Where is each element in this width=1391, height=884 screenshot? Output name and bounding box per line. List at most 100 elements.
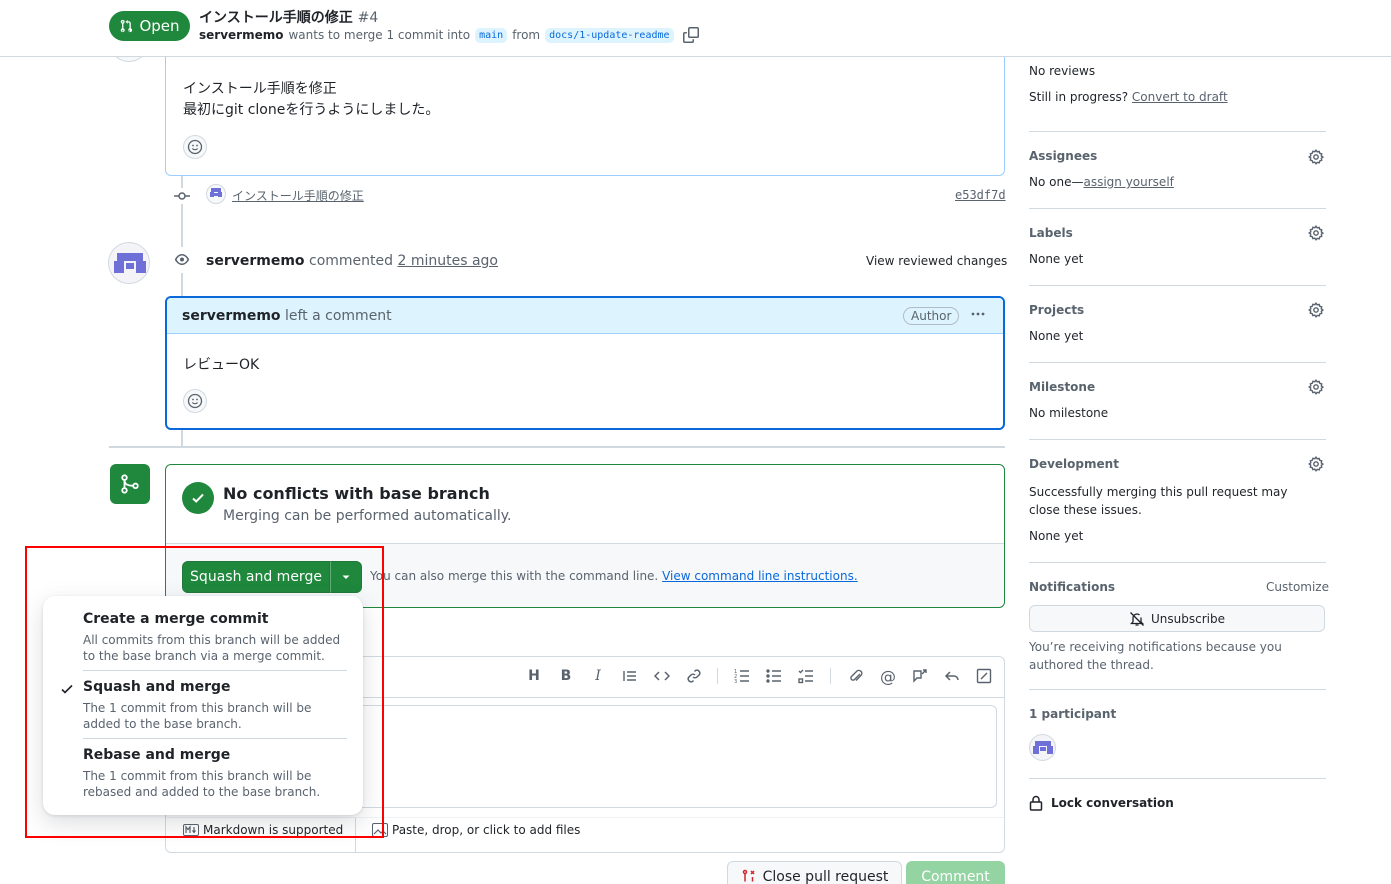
commit-node-icon xyxy=(174,188,190,204)
heading-icon[interactable]: H xyxy=(524,666,544,686)
menu-item-merge-commit[interactable]: Create a merge commit All commits from t… xyxy=(83,611,348,664)
from-text: from xyxy=(512,28,541,42)
assignees-gear-icon[interactable] xyxy=(1308,149,1325,169)
code-icon[interactable] xyxy=(652,666,672,686)
view-reviewed-changes-link[interactable]: View reviewed changes xyxy=(866,254,1007,268)
review-time-link[interactable]: 2 minutes ago xyxy=(397,253,498,269)
sidebar-divider-2 xyxy=(1029,208,1326,209)
comment-author-link[interactable]: servermemo xyxy=(182,308,281,324)
pull-request-icon xyxy=(121,19,133,33)
sidebar-divider-1 xyxy=(1029,131,1326,132)
commit-sha-link[interactable]: e53df7d xyxy=(955,188,1006,202)
assignees-value: No one— xyxy=(1029,175,1084,189)
squash-and-merge-button[interactable]: Squash and merge xyxy=(182,561,330,593)
sticky-header: Open インストール手順の修正 #4 servermemo wants to … xyxy=(0,0,1391,57)
cli-text: You can also merge this with the command… xyxy=(370,569,659,583)
milestone-heading[interactable]: Milestone xyxy=(1029,380,1095,394)
reply-icon[interactable] xyxy=(942,666,962,686)
kebab-menu-icon[interactable] xyxy=(967,304,989,324)
bullet-list-icon[interactable] xyxy=(764,666,784,686)
pr-title-text: インストール手順の修正 xyxy=(199,10,353,26)
milestone-gear-icon[interactable] xyxy=(1308,379,1325,399)
assignees-heading[interactable]: Assignees xyxy=(1029,149,1097,163)
fullscreen-icon[interactable] xyxy=(974,666,994,686)
menu-item-desc: The 1 commit from this branch will be ad… xyxy=(83,701,312,731)
development-heading[interactable]: Development xyxy=(1029,457,1119,471)
commit-author-avatar[interactable] xyxy=(206,184,226,204)
close-pr-label: Close pull request xyxy=(762,869,889,884)
notifications-heading: Notifications xyxy=(1029,580,1116,594)
task-list-icon[interactable] xyxy=(796,666,816,686)
development-value: None yet xyxy=(1029,529,1084,543)
quote-icon[interactable] xyxy=(620,666,640,686)
development-gear-icon[interactable] xyxy=(1308,456,1325,476)
link-icon[interactable] xyxy=(684,666,704,686)
markdown-supported[interactable]: Markdown is supported xyxy=(183,823,343,837)
reviewer-name-link[interactable]: servermemo xyxy=(206,253,305,269)
projects-value: None yet xyxy=(1029,329,1084,343)
merge-method-dropdown-button[interactable] xyxy=(330,561,362,593)
copy-icon[interactable] xyxy=(682,27,699,43)
attach-label: Paste, drop, or click to add files xyxy=(392,823,581,837)
comment-button[interactable]: Comment xyxy=(906,861,1005,884)
customize-link[interactable]: Customize xyxy=(1266,580,1329,594)
numbered-list-icon[interactable]: 123 xyxy=(732,666,752,686)
review-header: servermemo commented 2 minutes ago xyxy=(206,253,498,269)
add-reaction-button-2[interactable] xyxy=(183,389,207,413)
bell-slash-icon xyxy=(1129,611,1145,626)
bold-icon[interactable]: B xyxy=(556,666,576,686)
timeline-divider xyxy=(109,446,1005,448)
sidebar-divider-4 xyxy=(1029,362,1326,363)
lock-conversation-link[interactable]: Lock conversation xyxy=(1029,795,1174,811)
labels-gear-icon[interactable] xyxy=(1308,225,1325,245)
pr-author-link[interactable]: servermemo xyxy=(199,28,283,42)
draft-prompt: Still in progress? Convert to draft xyxy=(1029,90,1228,104)
sidebar-divider-5 xyxy=(1029,439,1326,440)
labels-heading[interactable]: Labels xyxy=(1029,226,1073,240)
toolbar-sep-2 xyxy=(830,668,831,684)
mention-icon[interactable]: @ xyxy=(878,666,898,686)
merge-box: No conflicts with base branch Merging ca… xyxy=(165,464,1005,608)
development-desc: Successfully merging this pull request m… xyxy=(1029,485,1288,517)
menu-separator xyxy=(83,670,347,671)
in-progress-text: Still in progress? xyxy=(1029,90,1129,104)
pr-closed-icon xyxy=(742,869,755,882)
assignees-row: No one—assign yourself xyxy=(1029,175,1174,189)
commit-message-link[interactable]: インストール手順の修正 xyxy=(232,187,364,204)
cross-reference-icon[interactable] xyxy=(910,666,930,686)
svg-text:3: 3 xyxy=(734,679,737,684)
notify-reason: You’re receiving notifications because y… xyxy=(1029,640,1282,672)
projects-heading[interactable]: Projects xyxy=(1029,303,1084,317)
convert-to-draft-link[interactable]: Convert to draft xyxy=(1132,90,1228,104)
milestone-value: No milestone xyxy=(1029,406,1109,420)
assign-yourself-link[interactable]: assign yourself xyxy=(1083,175,1173,189)
cli-instructions-link[interactable]: View command line instructions. xyxy=(662,569,858,583)
squash-and-merge-label: Squash and merge xyxy=(190,569,322,585)
menu-item-title: Rebase and merge xyxy=(83,747,231,763)
menu-item-squash[interactable]: Squash and merge The 1 commit from this … xyxy=(83,679,348,732)
projects-gear-icon[interactable] xyxy=(1308,302,1325,322)
unsubscribe-button[interactable]: Unsubscribe xyxy=(1029,605,1325,632)
base-branch[interactable]: main xyxy=(475,27,508,43)
triangle-down-icon xyxy=(342,575,350,579)
sidebar-divider-6 xyxy=(1029,562,1326,563)
menu-item-rebase[interactable]: Rebase and merge The 1 commit from this … xyxy=(83,747,348,800)
close-pr-button[interactable]: Close pull request xyxy=(727,861,902,884)
paperclip-icon[interactable] xyxy=(846,666,866,686)
merge-method-menu: Create a merge commit All commits from t… xyxy=(43,596,363,815)
head-branch[interactable]: docs/1-update-readme xyxy=(545,27,674,43)
attach-files[interactable]: Paste, drop, or click to add files xyxy=(372,823,580,837)
lock-icon xyxy=(1029,795,1043,811)
smiley-icon xyxy=(187,393,203,409)
add-reaction-button[interactable] xyxy=(183,135,207,159)
pr-subtitle: servermemo wants to merge 1 commit into … xyxy=(199,27,699,43)
check-icon xyxy=(59,681,75,701)
reviewers-value: No reviews xyxy=(1029,64,1096,78)
participants-heading: 1 participant xyxy=(1029,707,1117,721)
reviewer-avatar[interactable] xyxy=(108,242,150,284)
participant-avatar[interactable] xyxy=(1029,734,1056,761)
author-badge: Author xyxy=(903,307,960,325)
italic-icon[interactable]: I xyxy=(588,666,608,686)
menu-item-title: Squash and merge xyxy=(83,679,231,695)
editor-footer-sep xyxy=(355,818,356,853)
